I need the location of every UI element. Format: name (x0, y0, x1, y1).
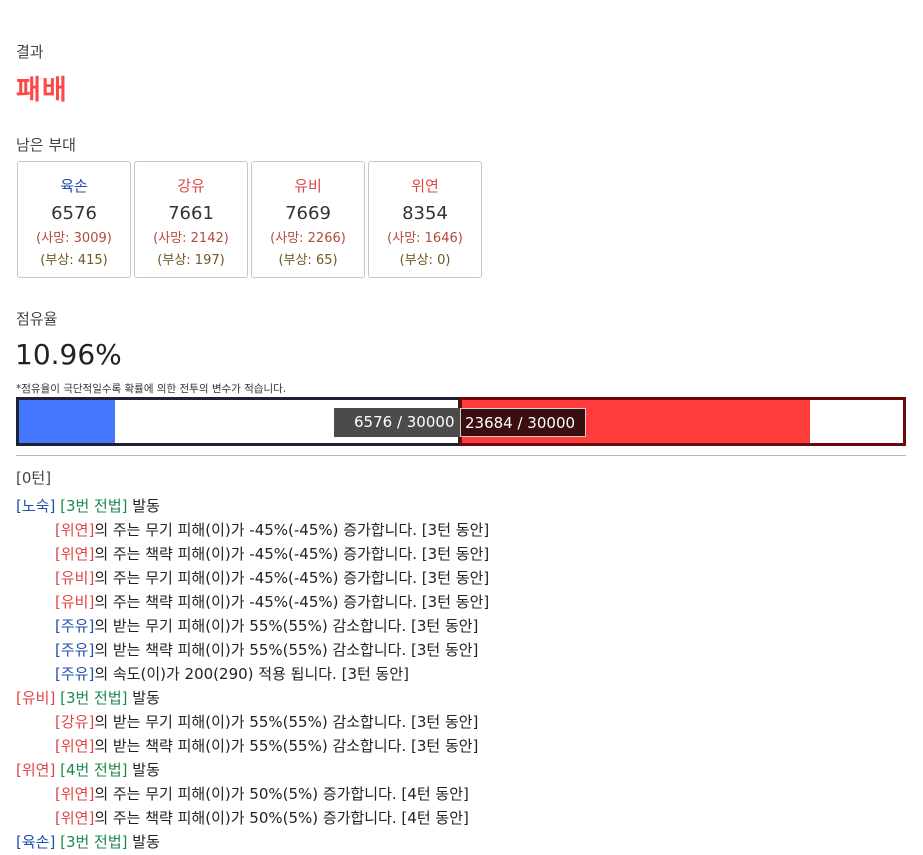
log-text: 의 속도(이)가 200(290) 적용 됩니다. [3턴 동안] (94, 665, 410, 683)
log-line: [육손] [3번 전법] 발동 (16, 830, 906, 854)
log-line: [위연]의 주는 무기 피해(이)가 -45%(-45%) 증가합니다. [3턴… (16, 518, 906, 542)
log-line: [위연]의 주는 무기 피해(이)가 50%(5%) 증가합니다. [4턴 동안… (16, 782, 906, 806)
unit-name: 육손 (60, 177, 88, 195)
log-tag: [위연] (55, 785, 95, 803)
log-tag: [위연] (55, 521, 95, 539)
log-tag: [3번 전법] (60, 833, 128, 851)
unit-wounded: (부상: 65) (278, 253, 338, 268)
log-text: 발동 (127, 497, 160, 515)
unit-dead: (사망: 3009) (36, 231, 112, 246)
log-text: 발동 (127, 833, 160, 851)
unit-name: 강유 (177, 177, 205, 195)
divider (16, 455, 906, 456)
log-text: 의 받는 무기 피해(이)가 55%(55%) 감소합니다. [3턴 동안] (94, 617, 479, 635)
log-text: 의 주는 책략 피해(이)가 -45%(-45%) 증가합니다. [3턴 동안] (94, 545, 490, 563)
unit-dead: (사망: 1646) (387, 231, 463, 246)
occupancy-label: 점유율 (16, 310, 58, 328)
occupancy-note: *점유율이 극단적일수록 확률에 의한 전투의 변수가 적습니다. (16, 383, 287, 395)
log-tag: [주유] (55, 617, 95, 635)
log-line: [유비] [3번 전법] 발동 (16, 686, 906, 710)
log-line: [주유]의 받는 책략 피해(이)가 55%(55%) 감소합니다. [3턴 동… (16, 638, 906, 662)
log-text: 의 주는 무기 피해(이)가 50%(5%) 증가합니다. [4턴 동안] (94, 785, 469, 803)
log-line: [유비]의 주는 무기 피해(이)가 -45%(-45%) 증가합니다. [3턴… (16, 566, 906, 590)
turn-label: [0턴] (16, 469, 52, 487)
ally-bar-text: 6576 / 30000 (334, 408, 461, 437)
remaining-units-label: 남은 부대 (16, 136, 76, 154)
log-line: [강유]의 받는 무기 피해(이)가 55%(55%) 감소합니다. [3턴 동… (16, 710, 906, 734)
unit-count: 6576 (51, 203, 97, 224)
log-tag: [주유] (55, 665, 95, 683)
log-tag: [노숙] (16, 497, 56, 515)
unit-count: 8354 (402, 203, 448, 224)
occupancy-bar: 6576 / 30000 23684 / 30000 (16, 397, 906, 446)
log-text: 의 주는 무기 피해(이)가 -45%(-45%) 증가합니다. [3턴 동안] (94, 521, 490, 539)
log-line: [유비]의 주는 책략 피해(이)가 -45%(-45%) 증가합니다. [3턴… (16, 590, 906, 614)
log-line: [위연]의 받는 책략 피해(이)가 55%(55%) 감소합니다. [3턴 동… (16, 734, 906, 758)
log-text: 발동 (127, 689, 160, 707)
log-tag: [육손] (16, 833, 56, 851)
log-text: 발동 (127, 761, 160, 779)
log-line: [위연]의 주는 책략 피해(이)가 -45%(-45%) 증가합니다. [3턴… (16, 542, 906, 566)
log-tag: [주유] (55, 641, 95, 659)
log-tag: [위연] (16, 761, 56, 779)
log-text: 의 주는 책략 피해(이)가 -45%(-45%) 증가합니다. [3턴 동안] (94, 593, 490, 611)
log-tag: [위연] (55, 545, 95, 563)
log-text: 의 받는 책략 피해(이)가 55%(55%) 감소합니다. [3턴 동안] (94, 737, 479, 755)
log-tag: [위연] (55, 809, 95, 827)
log-line: [노숙] [3번 전법] 발동 (16, 494, 906, 518)
log-line: [주유]의 속도(이)가 200(290) 적용 됩니다. [3턴 동안] (16, 662, 906, 686)
log-text: 의 받는 책략 피해(이)가 55%(55%) 감소합니다. [3턴 동안] (94, 641, 479, 659)
unit-card: 유비 7669 (사망: 2266) (부상: 65) (251, 161, 365, 278)
unit-dead: (사망: 2142) (153, 231, 229, 246)
ally-bar-fill (19, 400, 116, 443)
log-line: [주유]의 받는 무기 피해(이)가 55%(55%) 감소합니다. [3턴 동… (16, 614, 906, 638)
log-tag: [4번 전법] (60, 761, 128, 779)
log-tag: [3번 전법] (60, 689, 128, 707)
unit-card: 육손 6576 (사망: 3009) (부상: 415) (17, 161, 131, 278)
log-text: 의 주는 책략 피해(이)가 50%(5%) 증가합니다. [4턴 동안] (94, 809, 469, 827)
log-text: 의 주는 무기 피해(이)가 -45%(-45%) 증가합니다. [3턴 동안] (94, 569, 490, 587)
unit-cards: 육손 6576 (사망: 3009) (부상: 415) 강유 7661 (사망… (17, 161, 482, 278)
log-text: 의 받는 무기 피해(이)가 55%(55%) 감소합니다. [3턴 동안] (94, 713, 479, 731)
unit-dead: (사망: 2266) (270, 231, 346, 246)
log-tag: [유비] (16, 689, 56, 707)
log-tag: [위연] (55, 737, 95, 755)
battle-log: [노숙] [3번 전법] 발동 [위연]의 주는 무기 피해(이)가 -45%(-… (16, 494, 906, 854)
enemy-bar-text: 23684 / 30000 (460, 408, 586, 437)
occupancy-value: 10.96% (15, 338, 122, 371)
log-tag: [강유] (55, 713, 95, 731)
unit-wounded: (부상: 0) (399, 253, 451, 268)
result-value: 패배 (16, 75, 68, 106)
log-tag: [유비] (55, 569, 95, 587)
result-label: 결과 (16, 43, 44, 61)
unit-name: 유비 (294, 177, 322, 195)
unit-count: 7661 (168, 203, 214, 224)
log-tag: [3번 전법] (60, 497, 128, 515)
unit-wounded: (부상: 415) (40, 253, 108, 268)
unit-card: 강유 7661 (사망: 2142) (부상: 197) (134, 161, 248, 278)
log-line: [위연] [4번 전법] 발동 (16, 758, 906, 782)
unit-count: 7669 (285, 203, 331, 224)
log-tag: [유비] (55, 593, 95, 611)
log-line: [위연]의 주는 책략 피해(이)가 50%(5%) 증가합니다. [4턴 동안… (16, 806, 906, 830)
unit-name: 위연 (411, 177, 439, 195)
unit-card: 위연 8354 (사망: 1646) (부상: 0) (368, 161, 482, 278)
unit-wounded: (부상: 197) (157, 253, 225, 268)
